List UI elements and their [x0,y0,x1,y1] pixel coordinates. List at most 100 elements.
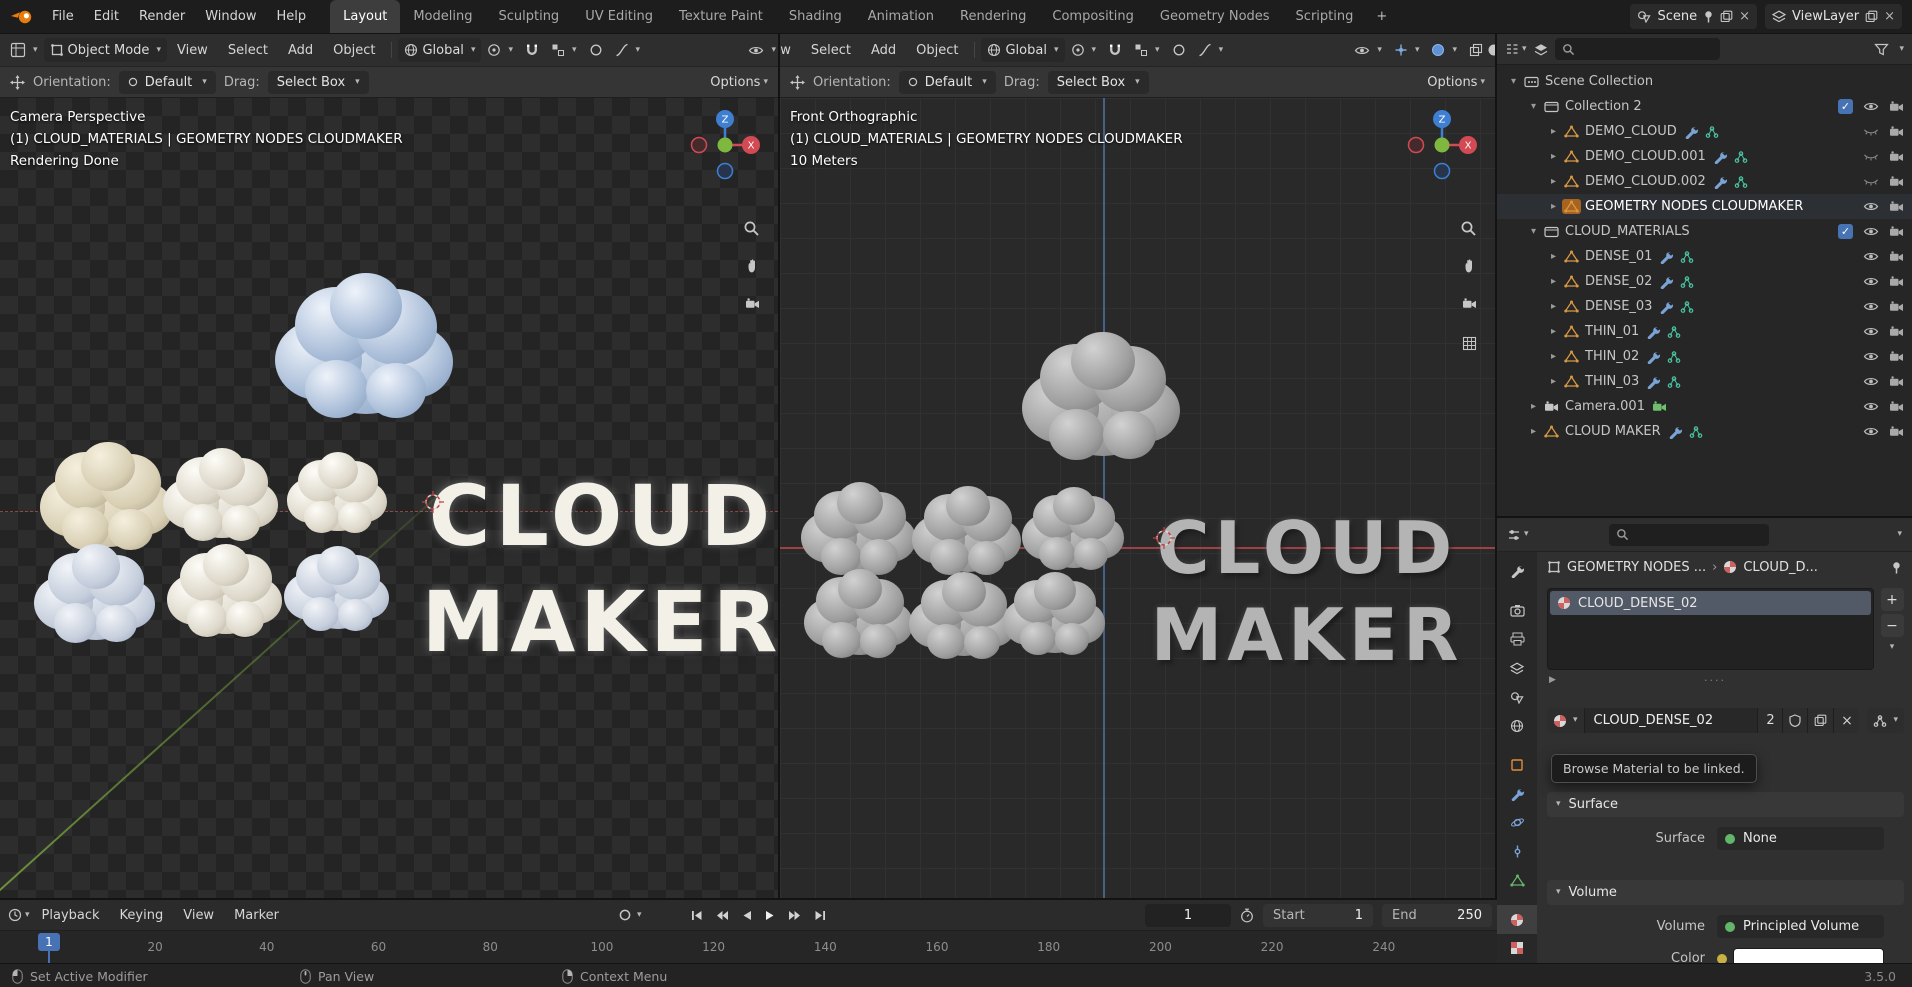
workspace-tab-animation[interactable]: Animation [855,0,947,33]
menu-view[interactable]: View [780,34,801,66]
camera-restrict-icon[interactable] [1889,126,1904,137]
menu-view[interactable]: View [167,34,218,66]
playhead[interactable]: 1 [38,933,60,951]
scene-selector[interactable]: Scene × [1630,4,1757,29]
timeline-ruler[interactable]: 1 20 40 60 80 100 120 140 160 180 200 220 240 [0,931,1497,963]
visibility-dropdown[interactable]: ▾ [1348,38,1388,62]
transform-orientation-dropdown[interactable]: Global ▾ [981,38,1065,62]
search-input[interactable] [1580,41,1691,57]
tab-view-layer[interactable] [1497,654,1537,683]
collection-checkbox[interactable]: ✓ [1838,99,1853,114]
menu-keying[interactable]: Keying [110,900,174,930]
expand-icon[interactable]: ▸ [1525,426,1542,437]
prev-keyframe-button[interactable] [713,908,732,923]
eye-icon[interactable] [1863,426,1879,437]
search-input[interactable] [1634,527,1745,542]
proportional-editing-toggle[interactable] [583,38,609,62]
jump-to-start-button[interactable] [688,908,706,923]
play-reverse-button[interactable] [739,908,755,923]
close-icon[interactable]: × [1739,9,1750,24]
tab-render[interactable] [1497,596,1537,625]
camera-restrict-icon[interactable] [1889,401,1904,412]
camera-view-icon[interactable] [745,298,760,309]
copy-icon[interactable] [1720,10,1733,23]
pin-icon[interactable] [1703,10,1714,23]
editor-type-button[interactable]: ▾ [8,908,30,922]
cloud-object[interactable] [801,481,916,575]
resize-grip[interactable]: ···· [1704,674,1726,687]
next-keyframe-button[interactable] [785,908,804,923]
pan-hand-icon[interactable] [1461,258,1477,274]
cloud-object[interactable] [163,447,278,541]
editor-type-button[interactable]: ▾ [1507,528,1529,542]
cloud-object[interactable] [274,272,453,418]
camera-restrict-icon[interactable] [1889,426,1904,437]
orientation-dropdown[interactable]: Default ▾ [118,70,216,94]
display-mode-icon[interactable] [1534,43,1548,56]
editor-type-button[interactable]: ▾ [1505,42,1527,56]
cloud-object[interactable] [909,571,1017,659]
expand-icon[interactable]: ▸ [1545,126,1562,137]
stopwatch-icon[interactable] [1240,908,1254,923]
tab-constraints[interactable] [1497,837,1537,866]
outliner-row[interactable]: ▸ CLOUD MAKER [1497,419,1912,444]
outliner-row[interactable]: ▸ THIN_02 [1497,344,1912,369]
pivot-point-dropdown[interactable]: ▾ [481,38,519,62]
menu-select[interactable]: Select [801,34,861,66]
outliner-row[interactable]: ▸ THIN_01 [1497,319,1912,344]
drag-dropdown[interactable]: Select Box ▾ [1047,70,1149,94]
eye-icon[interactable] [1863,401,1879,412]
volume-dropdown[interactable]: Principled Volume [1717,915,1884,938]
auto-keying-button[interactable] [618,908,632,922]
use-nodes-button[interactable]: ▾ [1867,708,1904,733]
eye-icon[interactable] [1863,301,1879,312]
tab-material[interactable] [1497,905,1537,934]
workspace-tab-texture-paint[interactable]: Texture Paint [666,0,776,33]
camera-restrict-icon[interactable] [1889,251,1904,262]
funnel-icon[interactable] [1874,43,1890,56]
eye-icon[interactable] [1863,151,1879,162]
eye-icon[interactable] [1863,351,1879,362]
viewport-canvas-right[interactable]: CLOUD MAKER Front Orthographic (1) CLOUD… [780,98,1495,898]
expand-icon[interactable]: ▶ [1549,675,1556,685]
menu-add[interactable]: Add [278,34,323,66]
viewport-canvas-left[interactable]: CLOUD MAKER Camera Perspective (1) CLOUD… [0,98,778,898]
nav-gizmo[interactable]: ZX [1403,106,1481,184]
eye-icon[interactable] [1863,251,1879,262]
show-overlays-toggle[interactable]: ▾ [1425,38,1463,62]
menu-edit[interactable]: Edit [84,0,129,33]
outliner-row[interactable]: ▾ Scene Collection [1497,69,1912,94]
menu-window[interactable]: Window [195,0,266,33]
blender-logo-icon[interactable] [10,8,34,26]
workspace-tab-modeling[interactable]: Modeling [400,0,485,33]
eye-icon[interactable] [1863,226,1879,237]
eye-icon[interactable] [1863,126,1879,137]
tab-tool[interactable] [1497,557,1537,586]
outliner-row[interactable]: ▸ GEOMETRY NODES CLOUDMAKER [1497,194,1912,219]
outliner-row[interactable]: ▸ THIN_03 [1497,369,1912,394]
breadcrumb-object[interactable]: GEOMETRY NODES ... [1567,560,1706,575]
cloud-object[interactable] [39,441,173,551]
outliner-row[interactable]: ▸ DEMO_CLOUD.002 [1497,169,1912,194]
outliner-row[interactable]: ▸ DENSE_02 [1497,269,1912,294]
collapse-icon[interactable]: ▾ [1525,101,1542,112]
surface-panel-header[interactable]: ▾ Surface [1547,792,1904,817]
snap-settings-dropdown[interactable]: ▾ [545,38,583,62]
options-dropdown[interactable]: Options ▾ [1427,75,1485,90]
filter-dropdown[interactable]: ▾ [1899,44,1904,54]
workspace-tab-layout[interactable]: Layout [330,0,401,33]
menu-select[interactable]: Select [218,34,278,66]
menu-view[interactable]: View [173,900,224,930]
camera-restrict-icon[interactable] [1889,301,1904,312]
show-gizmo-toggle[interactable]: ▾ [1388,38,1426,62]
drag-dropdown[interactable]: Select Box ▾ [267,70,369,94]
slot-specials-menu[interactable]: ▾ [1890,640,1895,654]
browse-material-dropdown[interactable]: ▾ [1547,708,1585,733]
cloud-object[interactable] [167,543,282,637]
close-icon[interactable]: × [1884,9,1895,24]
tab-scene[interactable] [1497,683,1537,712]
breadcrumb-material[interactable]: CLOUD_D... [1743,560,1818,575]
cloud-object[interactable] [911,485,1022,575]
expand-icon[interactable]: ▸ [1545,351,1562,362]
collapse-icon[interactable]: ▾ [1525,226,1542,237]
